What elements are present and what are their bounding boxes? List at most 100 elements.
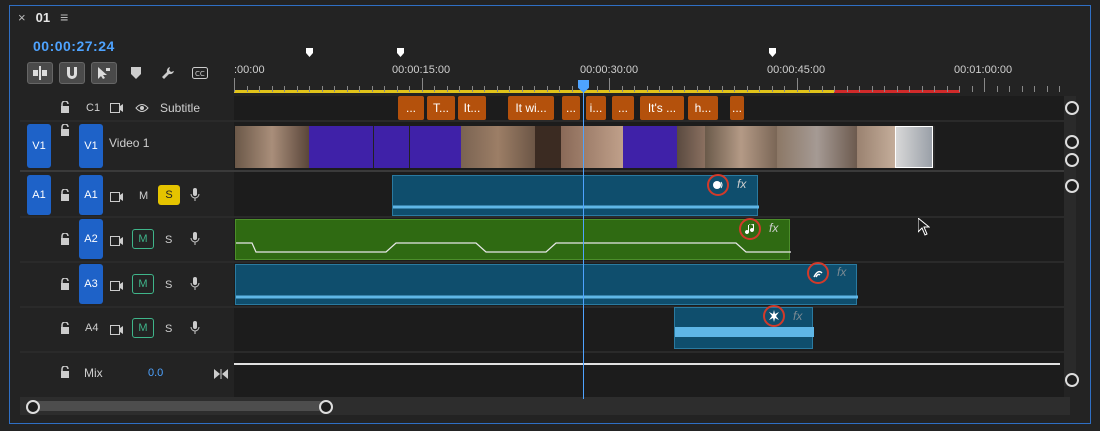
video-clip[interactable] (235, 126, 309, 168)
dialogue-icon[interactable] (707, 174, 729, 196)
subtitle-clip[interactable]: ... (398, 96, 424, 120)
go-to-edit-point-icon[interactable] (214, 368, 228, 382)
subtitle-clip[interactable]: h... (688, 96, 718, 120)
track-target-a2[interactable]: A2 (79, 219, 103, 259)
video-clip[interactable] (677, 126, 705, 168)
ruler-tick (984, 78, 985, 92)
eye-icon[interactable] (135, 102, 149, 116)
source-patch-a1[interactable]: A1 (27, 175, 51, 215)
captions-icon[interactable]: CC (187, 62, 213, 84)
lock-icon[interactable] (60, 123, 70, 139)
sync-lock-icon[interactable] (110, 102, 124, 116)
video-clip[interactable] (857, 126, 895, 168)
fx-badge-a3[interactable]: fx (837, 265, 846, 279)
playhead-timecode[interactable]: 00:00:27:24 (33, 38, 115, 54)
ruler-tick (884, 86, 885, 92)
ruler-tick (921, 86, 923, 92)
fx-badge-a1[interactable]: fx (737, 177, 746, 191)
zoom-scroll-thumb[interactable] (33, 401, 325, 411)
fx-badge-a4[interactable]: fx (793, 309, 802, 323)
ruler-tick (809, 86, 810, 92)
lock-icon[interactable] (60, 321, 70, 337)
track-target-a1[interactable]: A1 (79, 175, 103, 215)
zoom-handle-right[interactable] (319, 400, 333, 414)
sync-lock-icon[interactable] (110, 191, 124, 205)
close-icon[interactable]: × (18, 10, 26, 25)
video-clip[interactable] (373, 126, 410, 168)
snap-magnet-icon[interactable] (59, 62, 85, 84)
ruler-tick (1034, 86, 1035, 92)
mute-toggle-a3[interactable]: M (132, 274, 154, 294)
video-clip[interactable] (777, 126, 857, 168)
sync-lock-icon[interactable] (110, 324, 124, 338)
video-clip[interactable] (561, 126, 623, 168)
track-separator (20, 216, 1065, 218)
solo-toggle-a3[interactable]: S (165, 279, 172, 291)
audio-clip-a1[interactable] (392, 175, 759, 216)
scroll-knob[interactable] (1065, 153, 1079, 167)
video-clip[interactable] (623, 126, 677, 168)
fx-badge-a2[interactable]: fx (769, 221, 778, 235)
subtitle-clip[interactable]: T... (427, 96, 455, 120)
solo-toggle-a2[interactable]: S (165, 234, 172, 246)
mute-toggle-a2[interactable]: M (132, 229, 154, 249)
solo-toggle-a4[interactable]: S (165, 323, 172, 335)
ruler-tick (521, 86, 523, 92)
microphone-icon[interactable] (190, 321, 200, 338)
solo-toggle-a1[interactable]: S (158, 185, 180, 205)
ruler-tick (846, 86, 848, 92)
mute-toggle-a4[interactable]: M (132, 318, 154, 338)
subtitle-clip[interactable]: ... (612, 96, 634, 120)
subtitle-clip[interactable]: ... (562, 96, 580, 120)
track-target-a3[interactable]: A3 (79, 264, 103, 304)
track-name-subtitle: Subtitle (160, 101, 201, 115)
mix-volume-line[interactable] (234, 363, 1060, 365)
ruler-label: 00:00:45:00 (767, 64, 826, 76)
microphone-icon[interactable] (190, 277, 200, 294)
subtitle-clip[interactable]: ... (730, 96, 744, 120)
music-clip-a2[interactable] (235, 219, 791, 260)
lock-icon[interactable] (60, 277, 70, 293)
video-clip[interactable] (895, 126, 933, 168)
sequence-tab[interactable]: × 01 ≡ (18, 6, 68, 28)
panel-menu-icon[interactable]: ≡ (60, 9, 68, 25)
add-marker-icon[interactable] (123, 62, 149, 84)
lock-icon[interactable] (60, 100, 70, 116)
sync-lock-icon[interactable] (110, 280, 124, 294)
playhead-line[interactable] (583, 92, 584, 399)
track-target-v1[interactable]: V1 (79, 124, 103, 168)
wrench-icon[interactable] (155, 62, 181, 84)
zoom-handle-left[interactable] (26, 400, 40, 414)
lock-icon[interactable] (60, 365, 70, 381)
source-patch-v1[interactable]: V1 (27, 124, 51, 168)
ambience-icon[interactable] (807, 262, 829, 284)
lock-icon[interactable] (60, 188, 70, 204)
video-clip[interactable] (705, 126, 777, 168)
video-clip[interactable] (409, 126, 462, 168)
video-clip[interactable] (461, 126, 535, 168)
lock-icon[interactable] (60, 232, 70, 248)
linked-selection-icon[interactable] (91, 62, 117, 84)
video-clip[interactable] (309, 126, 373, 168)
subtitle-clip[interactable]: It wi... (508, 96, 554, 120)
insert-overwrite-nest-icon[interactable] (27, 62, 53, 84)
video-clip[interactable] (535, 126, 561, 168)
microphone-icon[interactable] (190, 188, 200, 205)
scroll-knob[interactable] (1065, 179, 1079, 193)
video-track-clips[interactable] (235, 126, 935, 168)
audio-clip-a3[interactable] (235, 264, 858, 305)
time-ruler[interactable]: :00:00 00:00:15:00 00:00:30:00 00:00:45:… (234, 48, 1064, 96)
subtitle-clip[interactable]: It... (458, 96, 486, 120)
subtitle-clip[interactable]: i... (586, 96, 606, 120)
sfx-icon[interactable] (763, 305, 785, 327)
microphone-icon[interactable] (190, 232, 200, 249)
scroll-knob[interactable] (1065, 373, 1079, 387)
scroll-knob[interactable] (1065, 101, 1079, 115)
music-icon[interactable] (739, 218, 761, 240)
mix-volume-value[interactable]: 0.0 (148, 367, 163, 379)
mute-toggle-a1[interactable]: M (139, 190, 148, 202)
scroll-knob[interactable] (1065, 135, 1079, 149)
subtitle-clip[interactable]: It's ... (640, 96, 684, 120)
sequence-name: 01 (35, 9, 51, 25)
sync-lock-icon[interactable] (110, 235, 124, 249)
